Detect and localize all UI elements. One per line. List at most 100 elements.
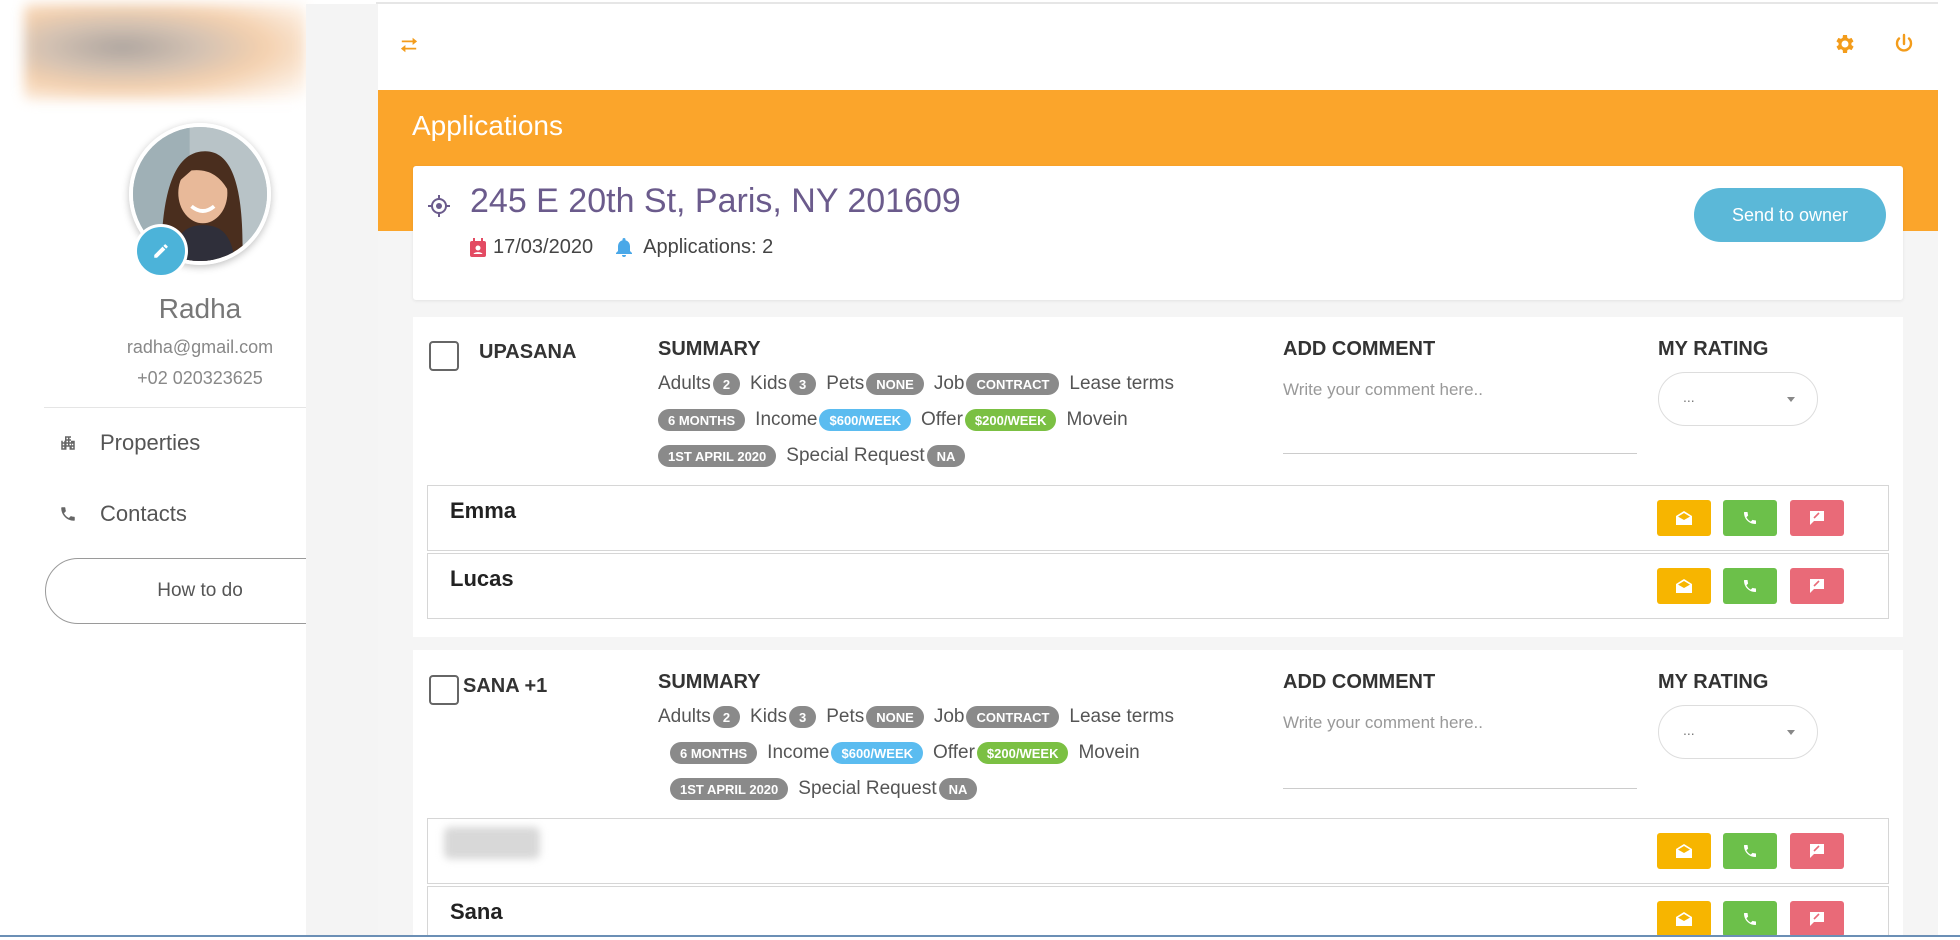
send-to-owner-button[interactable]: Send to owner bbox=[1694, 188, 1886, 242]
rating-select[interactable]: ... bbox=[1658, 705, 1818, 759]
pets-label: Pets bbox=[826, 706, 865, 727]
job-badge: CONTRACT bbox=[966, 373, 1060, 395]
sidebar-item-label: Properties bbox=[100, 430, 201, 455]
job-badge: CONTRACT bbox=[966, 706, 1060, 728]
property-meta: 17/03/2020 Applications: 2 bbox=[469, 236, 773, 259]
email-button[interactable] bbox=[1657, 901, 1711, 937]
comment-input[interactable]: Write your comment here.. bbox=[1283, 380, 1637, 400]
sidebar-item-properties[interactable]: Properties bbox=[58, 430, 200, 456]
income-label: Income bbox=[755, 409, 818, 430]
income-badge: $600/WEEK bbox=[831, 742, 924, 764]
lease-terms-label: Lease terms bbox=[1069, 706, 1174, 727]
income-label: Income bbox=[767, 742, 830, 763]
power-icon[interactable] bbox=[1892, 32, 1916, 61]
location-target-icon bbox=[427, 194, 451, 223]
pets-badge: NONE bbox=[866, 706, 924, 728]
application-card: SANA +1 SUMMARY Adults 2 Kids 3 Pets NONE J… bbox=[413, 650, 1903, 937]
person-row: Lucas bbox=[427, 553, 1889, 619]
offer-label: Offer bbox=[933, 742, 975, 763]
call-button[interactable] bbox=[1723, 833, 1777, 869]
message-button[interactable] bbox=[1790, 901, 1844, 937]
kids-label: Kids bbox=[750, 373, 788, 394]
movein-label: Movein bbox=[1066, 409, 1128, 430]
phone-call-icon bbox=[1744, 580, 1756, 592]
message-icon bbox=[1810, 511, 1824, 525]
comment-underline bbox=[1283, 453, 1637, 454]
application-checkbox[interactable] bbox=[429, 675, 459, 705]
application-checkbox[interactable] bbox=[429, 341, 459, 371]
envelope-open-icon bbox=[1676, 511, 1692, 525]
rating-select[interactable]: ... bbox=[1658, 372, 1818, 426]
add-comment-heading: ADD COMMENT bbox=[1283, 338, 1436, 360]
chevron-down-icon bbox=[1787, 397, 1795, 402]
person-row: Emma bbox=[427, 485, 1889, 551]
redacted-person-name bbox=[444, 827, 540, 859]
add-comment-heading: ADD COMMENT bbox=[1283, 671, 1436, 693]
pets-badge: NONE bbox=[866, 373, 924, 395]
person-name: Sana bbox=[450, 899, 503, 924]
email-button[interactable] bbox=[1657, 500, 1711, 536]
movein-badge: 1ST APRIL 2020 bbox=[670, 778, 789, 800]
offer-badge: $200/WEEK bbox=[964, 409, 1057, 431]
message-button[interactable] bbox=[1790, 833, 1844, 869]
movein-label: Movein bbox=[1078, 742, 1140, 763]
offer-label: Offer bbox=[921, 409, 963, 430]
calendar-icon bbox=[469, 237, 487, 258]
message-button[interactable] bbox=[1790, 500, 1844, 536]
job-label: Job bbox=[933, 706, 965, 727]
special-request-label: Special Request bbox=[786, 445, 925, 466]
message-icon bbox=[1810, 579, 1824, 593]
envelope-open-icon bbox=[1676, 579, 1692, 593]
property-card: 245 E 20th St, Paris, NY 201609 17/03/20… bbox=[413, 166, 1903, 300]
chevron-down-icon bbox=[1787, 730, 1795, 735]
call-button[interactable] bbox=[1723, 500, 1777, 536]
pencil-icon bbox=[154, 244, 168, 258]
page-title: Applications bbox=[412, 110, 563, 141]
rating-value: ... bbox=[1683, 389, 1695, 405]
envelope-open-icon bbox=[1676, 844, 1692, 858]
sidebar-item-contacts[interactable]: Contacts bbox=[58, 501, 187, 527]
call-button[interactable] bbox=[1723, 901, 1777, 937]
offer-badge: $200/WEEK bbox=[976, 742, 1069, 764]
applications-count: Applications: 2 bbox=[643, 236, 774, 258]
summary-line: Adults 2 Kids 3 Pets NONE Job CONTRACT Lease… bbox=[658, 706, 1176, 728]
gear-icon[interactable] bbox=[1832, 32, 1856, 61]
person-row bbox=[427, 818, 1889, 884]
adults-badge: 2 bbox=[712, 706, 741, 728]
envelope-open-icon bbox=[1676, 912, 1692, 926]
special-request-badge: NA bbox=[926, 445, 966, 467]
avatar-container bbox=[129, 123, 271, 278]
application-card: UPASANA SUMMARY Adults 2 Kids 3 Pets NONE J… bbox=[413, 317, 1903, 637]
kids-label: Kids bbox=[750, 706, 788, 727]
swap-icon[interactable] bbox=[398, 34, 420, 60]
adults-badge: 2 bbox=[712, 373, 741, 395]
person-row: Sana bbox=[427, 886, 1889, 937]
call-button[interactable] bbox=[1723, 568, 1777, 604]
bottom-border bbox=[0, 935, 1960, 937]
summary-line: Adults 2 Kids 3 Pets NONE Job CONTRACT Lease… bbox=[658, 373, 1176, 395]
lease-terms-label: Lease terms bbox=[1069, 373, 1174, 394]
app-root: Radha radha@gmail.com +02 020323625 Prop… bbox=[0, 0, 1960, 940]
bell-icon bbox=[615, 237, 633, 258]
summary-line: 6 MONTHS Income $600/WEEK Offer $200/WEEK … bbox=[670, 742, 1142, 764]
my-rating-heading: MY RATING bbox=[1658, 671, 1769, 693]
my-rating-heading: MY RATING bbox=[1658, 338, 1769, 360]
message-button[interactable] bbox=[1790, 568, 1844, 604]
kids-badge: 3 bbox=[789, 706, 817, 728]
message-icon bbox=[1810, 912, 1824, 926]
edit-avatar-button[interactable] bbox=[134, 224, 188, 278]
building-icon bbox=[58, 433, 78, 453]
summary-heading: SUMMARY bbox=[658, 671, 761, 693]
comment-input[interactable]: Write your comment here.. bbox=[1283, 713, 1637, 733]
adults-label: Adults bbox=[658, 373, 711, 394]
property-date: 17/03/2020 bbox=[493, 236, 594, 258]
person-name: Lucas bbox=[450, 566, 514, 591]
kids-badge: 3 bbox=[789, 373, 817, 395]
content-gutter bbox=[306, 4, 378, 936]
special-request-badge: NA bbox=[938, 778, 978, 800]
income-badge: $600/WEEK bbox=[819, 409, 912, 431]
email-button[interactable] bbox=[1657, 568, 1711, 604]
adults-label: Adults bbox=[658, 706, 711, 727]
email-button[interactable] bbox=[1657, 833, 1711, 869]
rating-value: ... bbox=[1683, 722, 1695, 738]
